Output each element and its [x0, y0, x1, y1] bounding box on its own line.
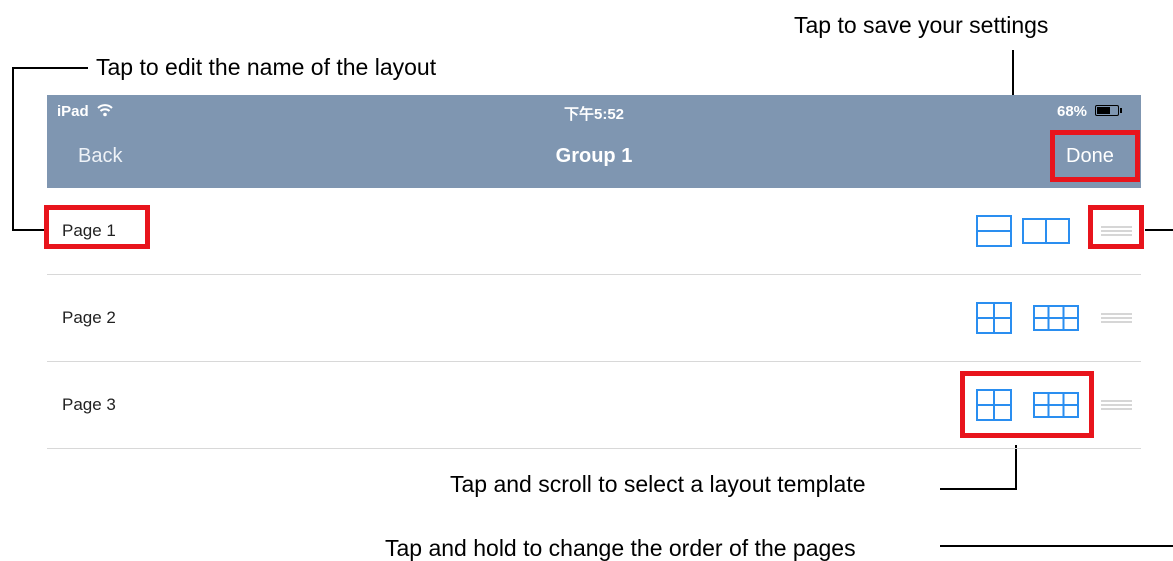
highlight-reorder-handle — [1088, 205, 1144, 249]
leader-line — [12, 67, 88, 69]
leader-line — [12, 229, 48, 231]
two-columns-icon[interactable] — [1022, 218, 1070, 244]
nav-title: Group 1 — [555, 145, 633, 167]
page-row: Page 1 — [47, 188, 1141, 275]
grid-2x2-icon[interactable] — [976, 302, 1012, 334]
highlight-layout-templates — [960, 371, 1094, 438]
leader-line — [940, 545, 1173, 547]
grid-2x3-icon[interactable] — [1033, 305, 1079, 331]
leader-line — [1145, 229, 1173, 231]
annotation-edit-name: Tap to edit the name of the layout — [96, 54, 437, 80]
page-row: Page 2 — [47, 275, 1141, 362]
leader-line — [12, 67, 14, 231]
battery-percent: 68% — [1057, 103, 1088, 120]
reorder-handle-icon[interactable] — [1101, 400, 1132, 410]
leader-line — [940, 488, 1017, 490]
page-name[interactable]: Page 2 — [62, 275, 116, 361]
battery-tip — [1120, 108, 1122, 113]
highlight-page-name — [44, 205, 150, 249]
reorder-handle-icon[interactable] — [1101, 313, 1132, 323]
two-rows-icon[interactable] — [976, 215, 1012, 247]
highlight-done-button — [1050, 130, 1140, 182]
battery-icon — [1095, 105, 1119, 116]
status-time: 下午5:52 — [563, 106, 625, 123]
annotation-select-template: Tap and scroll to select a layout templa… — [450, 471, 866, 497]
page-name[interactable]: Page 3 — [62, 362, 116, 448]
navigation-bar: iPad 下午5:52 68% Back Group 1 Done — [47, 95, 1141, 188]
annotation-reorder: Tap and hold to change the order of the … — [385, 535, 856, 561]
annotation-save: Tap to save your settings — [794, 12, 1049, 38]
